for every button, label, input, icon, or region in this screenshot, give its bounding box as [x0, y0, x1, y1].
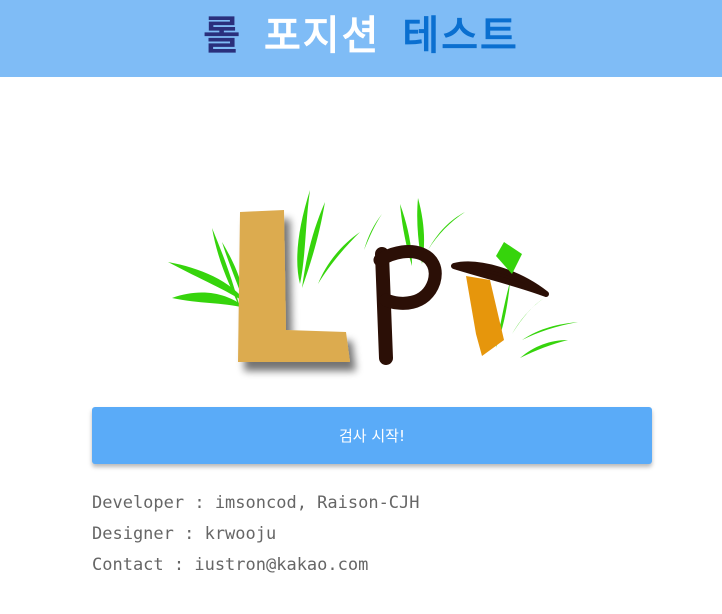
lpt-logo — [168, 190, 578, 365]
contact-credit: Contact : iustron@kakao.com — [92, 555, 369, 575]
page-title: 롤 포지션 테스트 — [203, 16, 519, 56]
credits: Developer : imsoncod, Raison-CJH Designe… — [92, 488, 420, 581]
designer-credit: Designer : krwooju — [92, 524, 277, 544]
title-word-test: 테스트 — [402, 12, 519, 59]
start-test-button[interactable]: 검사 시작! — [92, 407, 652, 464]
developer-credit: Developer : imsoncod, Raison-CJH — [92, 493, 420, 513]
logo-letter-l — [238, 210, 350, 362]
logo-letter-t — [451, 242, 549, 356]
header-bar: 롤 포지션 테스트 — [0, 0, 722, 77]
title-word-rol: 롤 — [203, 12, 242, 59]
title-word-position: 포지션 — [264, 12, 381, 59]
logo-letter-p — [373, 245, 442, 365]
